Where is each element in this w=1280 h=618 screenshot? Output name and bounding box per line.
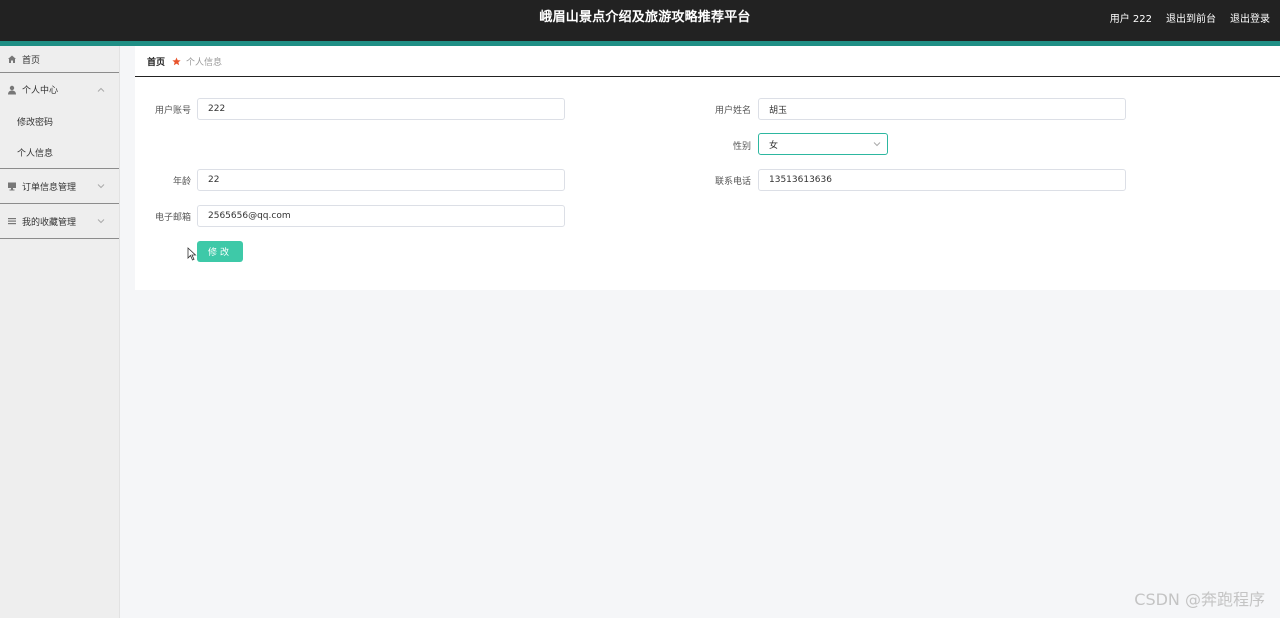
logout-link[interactable]: 退出登录 bbox=[1230, 10, 1270, 25]
name-label: 用户姓名 bbox=[714, 106, 751, 116]
phone-input[interactable]: 13513613636 bbox=[758, 169, 1126, 191]
user-icon bbox=[7, 85, 17, 95]
main-panel: 首页 个人信息 用户账号 222 用户姓名 胡玉 性别 女 年龄 22 联系电话… bbox=[135, 46, 1280, 290]
sidebar-item-order-management[interactable]: 订单信息管理 bbox=[0, 169, 119, 203]
home-icon bbox=[7, 54, 17, 64]
breadcrumb: 首页 个人信息 bbox=[135, 46, 1280, 77]
star-icon bbox=[172, 56, 181, 66]
app-title: 峨眉山景点介绍及旅游攻略推荐平台 bbox=[539, 10, 751, 25]
sidebar-item-label: 个人信息 bbox=[17, 149, 54, 159]
sidebar-item-home[interactable]: 首页 bbox=[0, 46, 119, 72]
chevron-up-icon bbox=[97, 86, 105, 94]
user-label: 用户 222 bbox=[1109, 14, 1152, 25]
submit-button[interactable]: 修改 bbox=[197, 241, 243, 262]
chevron-down-icon bbox=[97, 182, 105, 190]
monitor-icon bbox=[7, 181, 17, 191]
account-label: 用户账号 bbox=[154, 106, 191, 116]
breadcrumb-home[interactable]: 首页 bbox=[147, 55, 165, 68]
email-label: 电子邮箱 bbox=[154, 213, 191, 223]
email-input[interactable]: 2565656@qq.com bbox=[197, 205, 565, 227]
sidebar-item-label: 个人中心 bbox=[22, 86, 59, 96]
age-label: 年龄 bbox=[172, 177, 191, 187]
breadcrumb-current: 个人信息 bbox=[186, 57, 223, 68]
gender-value: 女 bbox=[769, 140, 779, 151]
age-input[interactable]: 22 bbox=[197, 169, 565, 191]
name-input[interactable]: 胡玉 bbox=[758, 98, 1126, 120]
sidebar-item-change-password[interactable]: 修改密码 bbox=[0, 106, 119, 137]
menu-divider bbox=[0, 238, 119, 239]
top-links: 用户 222 退出到前台 退出登录 bbox=[1110, 0, 1270, 35]
chevron-down-icon bbox=[97, 217, 105, 225]
sidebar-item-label: 首页 bbox=[22, 55, 41, 66]
watermark: CSDN @奔跑程序 bbox=[1134, 590, 1265, 609]
sidebar-item-personal-info[interactable]: 个人信息 bbox=[0, 137, 119, 168]
account-input[interactable]: 222 bbox=[197, 98, 565, 120]
list-icon bbox=[7, 216, 17, 226]
sidebar-item-label: 我的收藏管理 bbox=[22, 217, 77, 228]
sidebar-item-label: 订单信息管理 bbox=[22, 182, 77, 193]
back-to-front-link[interactable]: 退出到前台 bbox=[1166, 10, 1216, 25]
sidebar-item-label: 修改密码 bbox=[17, 118, 54, 128]
sidebar: 首页 个人中心 修改密码 个人信息 订单信息管理 我的收藏管理 bbox=[0, 46, 120, 618]
sidebar-item-personal-center[interactable]: 个人中心 bbox=[0, 73, 119, 106]
phone-label: 联系电话 bbox=[714, 177, 751, 187]
gender-label: 性别 bbox=[732, 142, 751, 152]
gender-select[interactable]: 女 bbox=[758, 133, 888, 155]
mouse-cursor-icon bbox=[187, 246, 197, 261]
chevron-down-icon bbox=[873, 140, 881, 148]
sidebar-item-favorites-management[interactable]: 我的收藏管理 bbox=[0, 204, 119, 238]
